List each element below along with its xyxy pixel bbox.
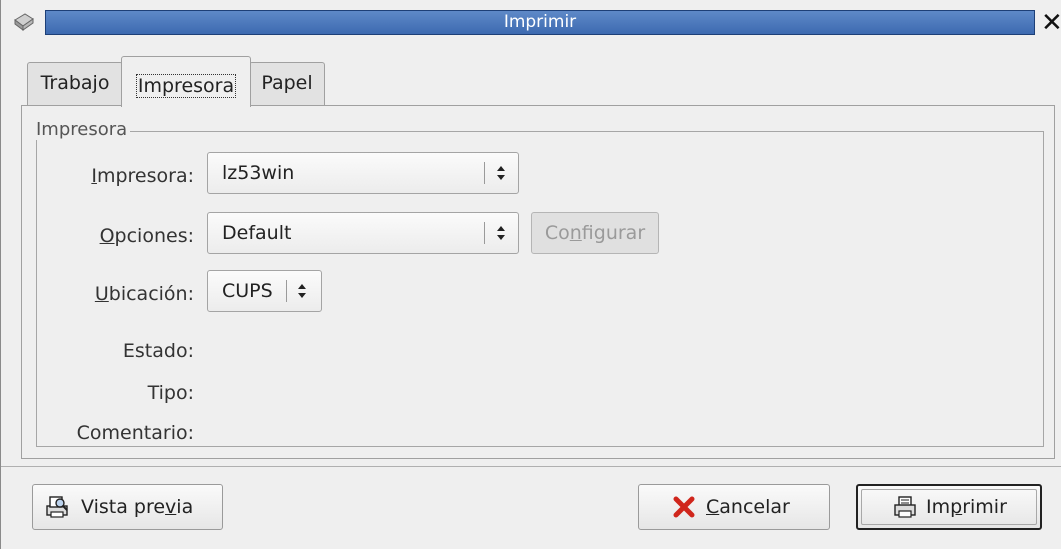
print-label-mnemonic: p xyxy=(950,496,963,518)
window-menu-icon[interactable] xyxy=(9,8,39,38)
comment-label-wrap: Comentario: xyxy=(37,422,194,452)
close-icon[interactable]: ✕ xyxy=(1041,8,1061,38)
print-preview-label: Vista previa xyxy=(81,485,193,529)
print-preview-icon xyxy=(46,496,68,518)
printer-icon xyxy=(894,496,916,518)
tab-impresora[interactable]: Impresora xyxy=(121,56,251,107)
cancel-label-post: ancelar xyxy=(719,496,790,518)
tab-papel-label: Papel xyxy=(261,72,313,94)
location-label: Ubicación: xyxy=(95,283,194,305)
location-select-value: CUPS xyxy=(222,280,273,302)
title-strip[interactable]: Imprimir xyxy=(45,10,1035,35)
window-title: Imprimir xyxy=(503,12,577,32)
options-label-wrap: Opciones: xyxy=(37,225,194,255)
options-label-mnemonic: O xyxy=(99,225,115,247)
printer-label-rest: mpresora: xyxy=(96,165,194,187)
combo-separator xyxy=(484,162,485,184)
printer-select-value: lz53win xyxy=(222,162,295,184)
preview-label-mnemonic: v xyxy=(165,496,177,518)
tab-panel-impresora: Impresora Impresora: lz53win Opciones: D… xyxy=(21,105,1055,459)
options-label: Opciones: xyxy=(100,225,194,247)
separator xyxy=(1,466,1061,467)
title-bar[interactable]: Imprimir ✕ xyxy=(1,0,1061,46)
cancel-label-mnemonic: C xyxy=(706,496,720,518)
up-down-arrows-icon xyxy=(497,166,505,180)
printer-label-wrap: Impresora: xyxy=(37,165,194,195)
configure-label-mnemonic: n xyxy=(569,222,582,244)
cancel-button[interactable]: Cancelar xyxy=(638,484,830,530)
status-label-wrap: Estado: xyxy=(37,340,194,370)
printer-frame: Impresora Impresora: lz53win Opciones: D… xyxy=(33,119,1044,447)
print-preview-button[interactable]: Vista previa xyxy=(32,484,223,530)
printer-label: Impresora: xyxy=(91,165,194,187)
tab-trabajo-label: Trabajo xyxy=(40,72,110,94)
preview-label-post: ia xyxy=(176,496,194,518)
options-select-value: Default xyxy=(222,222,292,244)
combo-separator xyxy=(484,222,485,244)
preview-label-pre: Vista pre xyxy=(81,496,166,518)
location-label-rest: bicación: xyxy=(108,283,194,305)
location-label-wrap: Ubicación: xyxy=(37,283,194,313)
location-select[interactable]: CUPS xyxy=(207,270,322,312)
cancel-x-icon xyxy=(673,496,695,518)
tab-impresora-label: Impresora xyxy=(135,74,237,98)
tab-papel[interactable]: Papel xyxy=(249,62,325,106)
type-label-wrap: Tipo: xyxy=(37,382,194,412)
printer-select[interactable]: lz53win xyxy=(207,152,519,194)
configure-label-pre: Co xyxy=(544,222,570,244)
print-dialog: Imprimir ✕ Trabajo Impresora Papel Impre… xyxy=(0,0,1061,549)
status-label: Estado: xyxy=(122,340,194,362)
print-label: Imprimir xyxy=(926,485,1007,529)
configure-label-post: figurar xyxy=(581,222,646,244)
configure-button[interactable]: Configurar xyxy=(531,212,659,254)
up-down-arrows-icon xyxy=(298,284,306,298)
combo-separator xyxy=(286,280,287,302)
type-label: Tipo: xyxy=(147,382,194,404)
comment-label: Comentario: xyxy=(76,422,194,444)
print-label-pre: Im xyxy=(926,496,951,518)
options-select[interactable]: Default xyxy=(207,212,519,254)
print-label-post: rimir xyxy=(962,496,1007,518)
print-button[interactable]: Imprimir xyxy=(856,484,1042,530)
options-label-rest: pciones: xyxy=(114,225,194,247)
cancel-label: Cancelar xyxy=(706,485,790,529)
location-label-mnemonic: U xyxy=(94,283,109,305)
up-down-arrows-icon xyxy=(497,226,505,240)
tab-trabajo[interactable]: Trabajo xyxy=(27,62,123,106)
printer-frame-legend: Impresora xyxy=(33,119,131,140)
